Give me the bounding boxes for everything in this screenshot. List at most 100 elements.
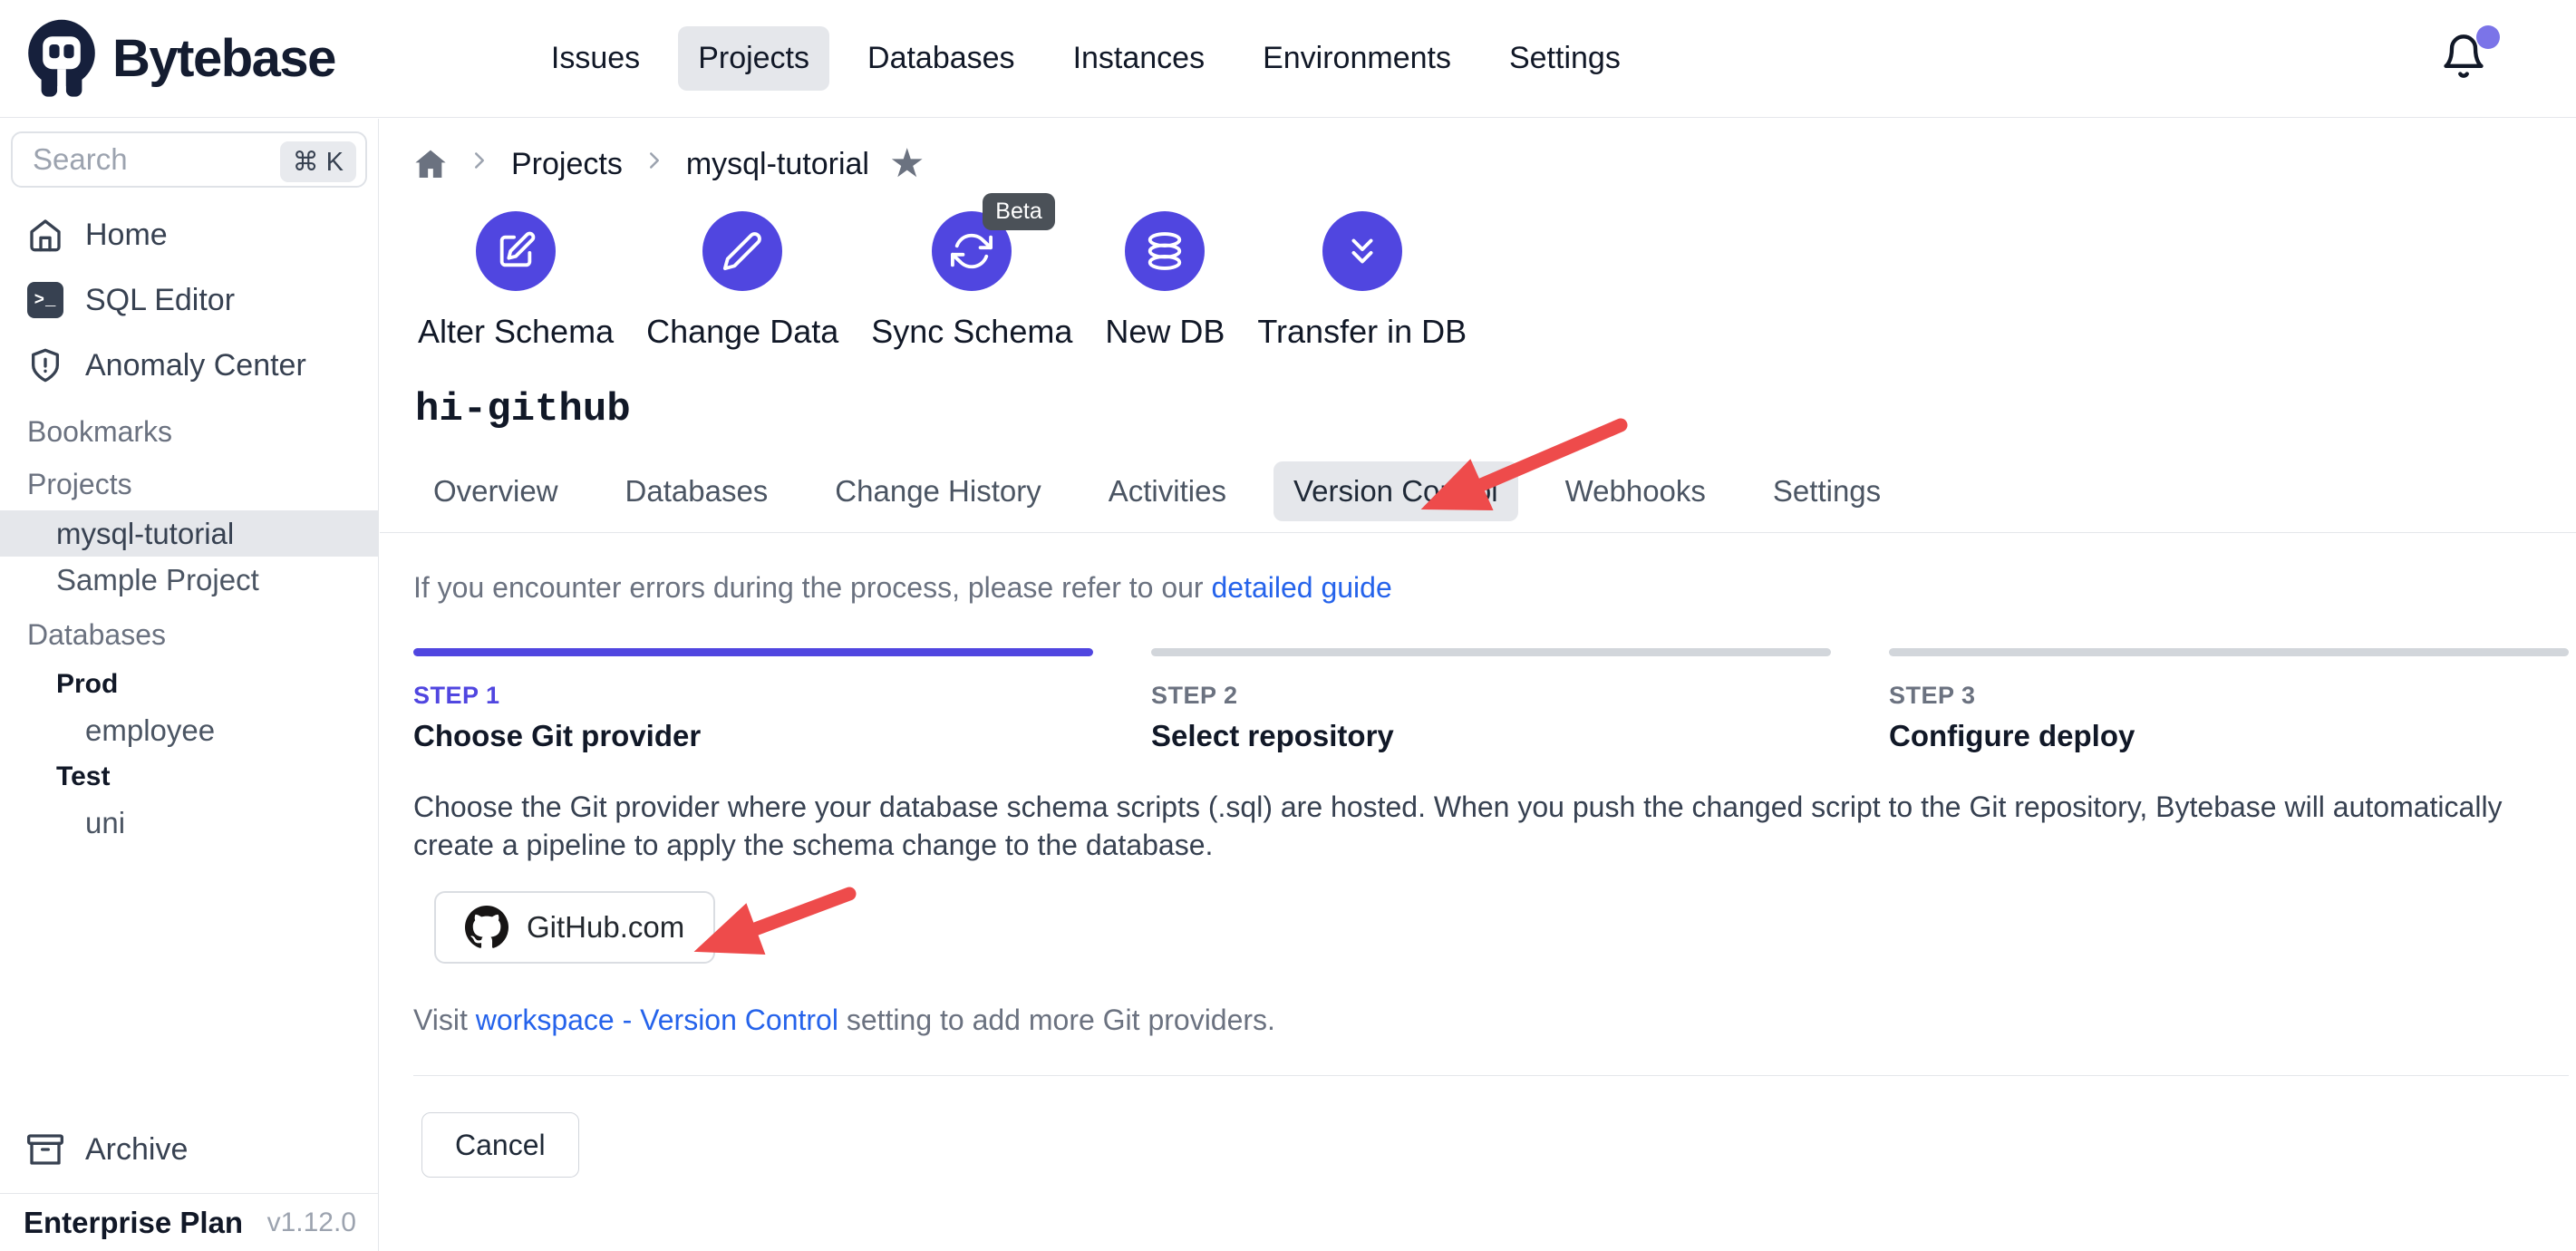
chevrons-down-icon xyxy=(1341,230,1383,272)
step-1-bar xyxy=(413,648,1093,656)
home-icon xyxy=(27,217,63,253)
help-line: If you encounter errors during the proce… xyxy=(413,571,2576,605)
sidebar-section-databases: Databases xyxy=(0,608,378,661)
step-2-bar xyxy=(1151,648,1831,656)
tab-version-control[interactable]: Version Control xyxy=(1273,461,1518,521)
sidebar-env-prod[interactable]: Prod xyxy=(0,661,378,707)
breadcrumb-home-button[interactable] xyxy=(413,147,448,181)
chevron-right-icon xyxy=(641,147,668,182)
visit-line: Visit workspace - Version Control settin… xyxy=(413,1004,2576,1037)
search-box[interactable]: ⌘ K xyxy=(11,131,367,188)
sidebar-item-sql-editor[interactable]: >_ SQL Editor xyxy=(0,267,378,333)
sidebar-section-projects: Projects xyxy=(0,458,378,510)
visit-suffix: setting to add more Git providers. xyxy=(838,1004,1275,1036)
nav-item-settings[interactable]: Settings xyxy=(1489,26,1641,91)
sidebar-item-anomaly-center[interactable]: Anomaly Center xyxy=(0,333,378,398)
sidebar-footer: Enterprise Plan v1.12.0 xyxy=(0,1193,378,1251)
sidebar-item-label: Home xyxy=(85,218,168,253)
arrow-to-github-button xyxy=(696,894,849,954)
pencil-icon xyxy=(721,230,763,272)
favorite-star-icon[interactable]: ★ xyxy=(889,144,925,184)
chevron-right-icon xyxy=(466,147,493,182)
sidebar-project-mysql-tutorial[interactable]: mysql-tutorial xyxy=(0,510,378,557)
step-2-label: STEP 2 xyxy=(1151,682,1831,710)
action-label: Alter Schema xyxy=(418,313,614,351)
tab-overview[interactable]: Overview xyxy=(413,461,578,521)
sidebar-item-archive[interactable]: Archive xyxy=(0,1117,378,1182)
step-3-bar xyxy=(1889,648,2569,656)
breadcrumb-current-project[interactable]: mysql-tutorial xyxy=(686,147,869,182)
sidebar-db-employee[interactable]: employee xyxy=(0,707,378,753)
shield-alert-icon xyxy=(27,347,63,383)
bytebase-logo-icon xyxy=(25,18,98,100)
main-content: Projects mysql-tutorial ★ Alter Schema C… xyxy=(380,119,2576,1251)
database-icon xyxy=(1144,230,1186,272)
beta-badge: Beta xyxy=(983,193,1054,230)
top-bar: Bytebase Issues Projects Databases Insta… xyxy=(0,0,2576,118)
nav-item-issues[interactable]: Issues xyxy=(531,26,660,91)
github-provider-button[interactable]: GitHub.com xyxy=(434,891,715,964)
sidebar: ⌘ K Home >_ SQL Editor Anomaly Center Bo… xyxy=(0,119,379,1251)
workspace-version-control-link[interactable]: workspace - Version Control xyxy=(476,1004,838,1036)
visit-prefix: Visit xyxy=(413,1004,476,1036)
step-1-title: Choose Git provider xyxy=(413,719,1093,753)
nav-item-databases[interactable]: Databases xyxy=(847,26,1035,91)
sidebar-section-bookmarks: Bookmarks xyxy=(0,405,378,458)
sidebar-item-label: SQL Editor xyxy=(85,283,235,318)
new-db-button[interactable]: New DB xyxy=(1105,211,1225,351)
step-2-title: Select repository xyxy=(1151,719,1831,753)
quick-actions: Alter Schema Change Data Beta Sync Schem… xyxy=(418,211,2576,351)
step-1-label: STEP 1 xyxy=(413,682,1093,710)
alter-schema-button[interactable]: Alter Schema xyxy=(418,211,614,351)
step-3: STEP 3 Configure deploy xyxy=(1889,648,2569,753)
github-icon xyxy=(465,906,508,949)
step-3-title: Configure deploy xyxy=(1889,719,2569,753)
brand-logo[interactable]: Bytebase xyxy=(25,18,335,100)
step-progress: STEP 1 Choose Git provider STEP 2 Select… xyxy=(413,648,2569,753)
tab-activities[interactable]: Activities xyxy=(1089,461,1246,521)
project-tabs: Overview Databases Change History Activi… xyxy=(380,461,2576,533)
tab-change-history[interactable]: Change History xyxy=(815,461,1060,521)
search-shortcut-kbd: ⌘ K xyxy=(280,141,356,182)
notification-unread-dot xyxy=(2476,25,2500,49)
cancel-button[interactable]: Cancel xyxy=(421,1112,579,1178)
notification-bell-button[interactable] xyxy=(2440,33,2493,85)
sidebar-project-sample-project[interactable]: Sample Project xyxy=(0,557,378,603)
breadcrumb-projects[interactable]: Projects xyxy=(511,147,623,182)
github-provider-label: GitHub.com xyxy=(527,910,684,945)
change-data-circle xyxy=(702,211,782,291)
sync-schema-circle: Beta xyxy=(932,211,1012,291)
sidebar-nav: Home >_ SQL Editor Anomaly Center Bookma… xyxy=(0,202,378,846)
new-db-circle xyxy=(1125,211,1205,291)
project-title: hi-github xyxy=(415,387,2576,432)
sidebar-db-uni[interactable]: uni xyxy=(0,800,378,846)
sidebar-item-home[interactable]: Home xyxy=(0,202,378,267)
archive-icon xyxy=(27,1131,63,1168)
change-data-button[interactable]: Change Data xyxy=(646,211,838,351)
tab-settings[interactable]: Settings xyxy=(1753,461,1901,521)
action-label: Transfer in DB xyxy=(1257,313,1467,351)
step-3-label: STEP 3 xyxy=(1889,682,2569,710)
home-icon xyxy=(413,147,448,181)
transfer-in-db-button[interactable]: Transfer in DB xyxy=(1257,211,1467,351)
sidebar-env-test[interactable]: Test xyxy=(0,753,378,800)
search-input[interactable] xyxy=(33,142,250,177)
breadcrumb: Projects mysql-tutorial ★ xyxy=(413,144,2576,184)
detailed-guide-link[interactable]: detailed guide xyxy=(1211,571,1391,604)
step-description: Choose the Git provider where your datab… xyxy=(413,788,2575,864)
sidebar-archive-wrap: Archive xyxy=(0,1117,378,1182)
step-1: STEP 1 Choose Git provider xyxy=(413,648,1093,753)
nav-item-projects[interactable]: Projects xyxy=(678,26,829,91)
edit-square-icon xyxy=(495,230,537,272)
terminal-icon: >_ xyxy=(27,282,63,318)
plan-label[interactable]: Enterprise Plan xyxy=(24,1206,243,1240)
nav-item-instances[interactable]: Instances xyxy=(1053,26,1225,91)
alter-schema-circle xyxy=(476,211,556,291)
action-label: Sync Schema xyxy=(871,313,1072,351)
action-label: Change Data xyxy=(646,313,838,351)
tab-webhooks[interactable]: Webhooks xyxy=(1545,461,1726,521)
action-label: New DB xyxy=(1105,313,1225,351)
nav-item-environments[interactable]: Environments xyxy=(1243,26,1471,91)
sync-schema-button[interactable]: Beta Sync Schema xyxy=(871,211,1072,351)
tab-databases[interactable]: Databases xyxy=(605,461,789,521)
